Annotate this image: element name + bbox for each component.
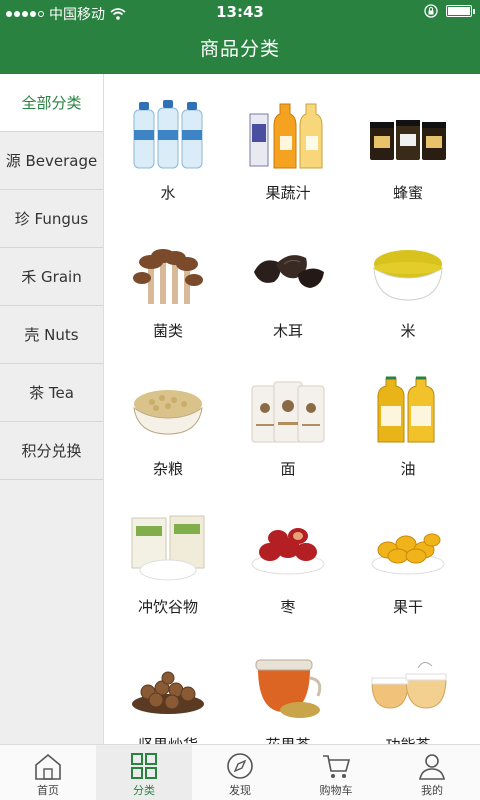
category-sidebar: 全部分类 源 Beverage 珍 Fungus 禾 Grain 壳 Nuts … [0, 74, 104, 744]
category-label: 果干 [392, 598, 423, 616]
sidebar-item-grain[interactable]: 禾 Grain [0, 248, 103, 306]
mushroom-icon [133, 249, 203, 304]
category-flour[interactable]: 面 [228, 356, 348, 494]
category-cereal-drinks[interactable]: 冲饮谷物 [108, 494, 228, 632]
compass-icon [227, 753, 253, 779]
battery-icon [446, 5, 475, 17]
category-label: 水 [160, 184, 176, 202]
sidebar-item-label: 壳 Nuts [24, 326, 79, 344]
honey-jars-icon [370, 120, 446, 160]
sidebar-item-label: 珍 Fungus [14, 210, 89, 228]
category-label: 面 [280, 460, 296, 478]
millet-bowl-icon [373, 250, 443, 301]
sidebar-item-nuts[interactable]: 壳 Nuts [0, 306, 103, 364]
juice-bottles-icon [249, 103, 323, 169]
category-coarse-grains[interactable]: 杂粮 [108, 356, 228, 494]
flour-bags-icon [251, 381, 325, 443]
sidebar-item-label: 茶 Tea [29, 384, 74, 402]
category-label: 枣 [280, 598, 296, 616]
category-functional-tea[interactable]: 功能茶 [348, 632, 468, 744]
tab-cart[interactable]: 购物车 [288, 745, 384, 800]
soybeans-bowl-icon [133, 390, 203, 435]
tab-home[interactable]: 首页 [0, 745, 96, 800]
category-label: 坚果炒货 [108, 734, 228, 744]
category-juice[interactable]: 果蔬汁 [228, 80, 348, 218]
category-label: 木耳 [272, 322, 303, 340]
sidebar-item-fungus[interactable]: 珍 Fungus [0, 190, 103, 248]
category-flower-tea[interactable]: 花果茶 [228, 632, 348, 744]
category-black-fungus[interactable]: 木耳 [228, 218, 348, 356]
functional-tea-icon [371, 662, 447, 709]
category-label: 冲饮谷物 [137, 598, 198, 616]
tab-label: 分类 [133, 784, 155, 797]
category-label: 花果茶 [228, 734, 348, 744]
black-fungus-icon [254, 255, 324, 288]
tab-profile[interactable]: 我的 [384, 745, 480, 800]
category-rice[interactable]: 米 [348, 218, 468, 356]
top-bar: 中国移动 13:43 商品分类 [0, 0, 480, 74]
dried-fruit-plate-icon [371, 533, 445, 575]
category-grid-icon [131, 753, 157, 779]
category-label: 功能茶 [348, 734, 468, 744]
tab-category[interactable]: 分类 [96, 745, 192, 800]
oil-bottles-icon [377, 376, 435, 443]
category-label: 杂粮 [152, 460, 183, 478]
tab-label: 我的 [421, 784, 443, 797]
sidebar-item-label: 禾 Grain [21, 268, 82, 286]
sidebar-item-points-exchange[interactable]: 积分兑换 [0, 422, 103, 480]
tab-label: 购物车 [319, 784, 353, 797]
water-bottles-icon [133, 100, 203, 169]
category-mushroom[interactable]: 菌类 [108, 218, 228, 356]
category-label: 果蔬汁 [265, 184, 311, 202]
status-bar: 中国移动 13:43 [0, 0, 480, 24]
page-title: 商品分类 [199, 38, 280, 60]
category-label: 菌类 [152, 322, 183, 340]
category-label: 蜂蜜 [392, 184, 423, 202]
rotation-lock-icon [424, 4, 438, 18]
tab-label: 发现 [229, 784, 251, 797]
hazelnut-plate-icon [132, 671, 204, 714]
category-nuts-roasted[interactable]: 坚果炒货 [108, 632, 228, 744]
sidebar-item-beverage[interactable]: 源 Beverage [0, 132, 103, 190]
tab-discover[interactable]: 发现 [192, 745, 288, 800]
jujube-plate-icon [251, 528, 325, 575]
sidebar-item-label: 积分兑换 [21, 442, 82, 460]
category-grid: 水 果蔬汁 蜂蜜 菌类 木耳 米 杂粮 面 油 冲饮谷物 枣 果干 [105, 74, 480, 744]
category-dried-fruit[interactable]: 果干 [348, 494, 468, 632]
category-honey[interactable]: 蜂蜜 [348, 80, 468, 218]
cereal-powder-icon [131, 515, 205, 581]
sidebar-item-label: 源 Beverage [5, 152, 98, 170]
sidebar-item-label: 全部分类 [21, 94, 82, 112]
sidebar-item-tea[interactable]: 茶 Tea [0, 364, 103, 422]
status-right [424, 4, 475, 18]
category-label: 油 [400, 460, 416, 478]
user-icon [419, 754, 445, 780]
category-oil[interactable]: 油 [348, 356, 468, 494]
status-time: 13:43 [216, 3, 264, 21]
cart-icon [323, 755, 351, 778]
category-jujube[interactable]: 枣 [228, 494, 348, 632]
tab-label: 首页 [37, 784, 59, 797]
bottom-tab-bar: 首页 分类 发现 购物车 我的 [0, 744, 480, 800]
flower-tea-icon [255, 659, 322, 718]
home-icon [35, 753, 61, 780]
sidebar-item-all[interactable]: 全部分类 [0, 74, 103, 132]
category-label: 米 [400, 322, 416, 340]
category-water[interactable]: 水 [108, 80, 228, 218]
